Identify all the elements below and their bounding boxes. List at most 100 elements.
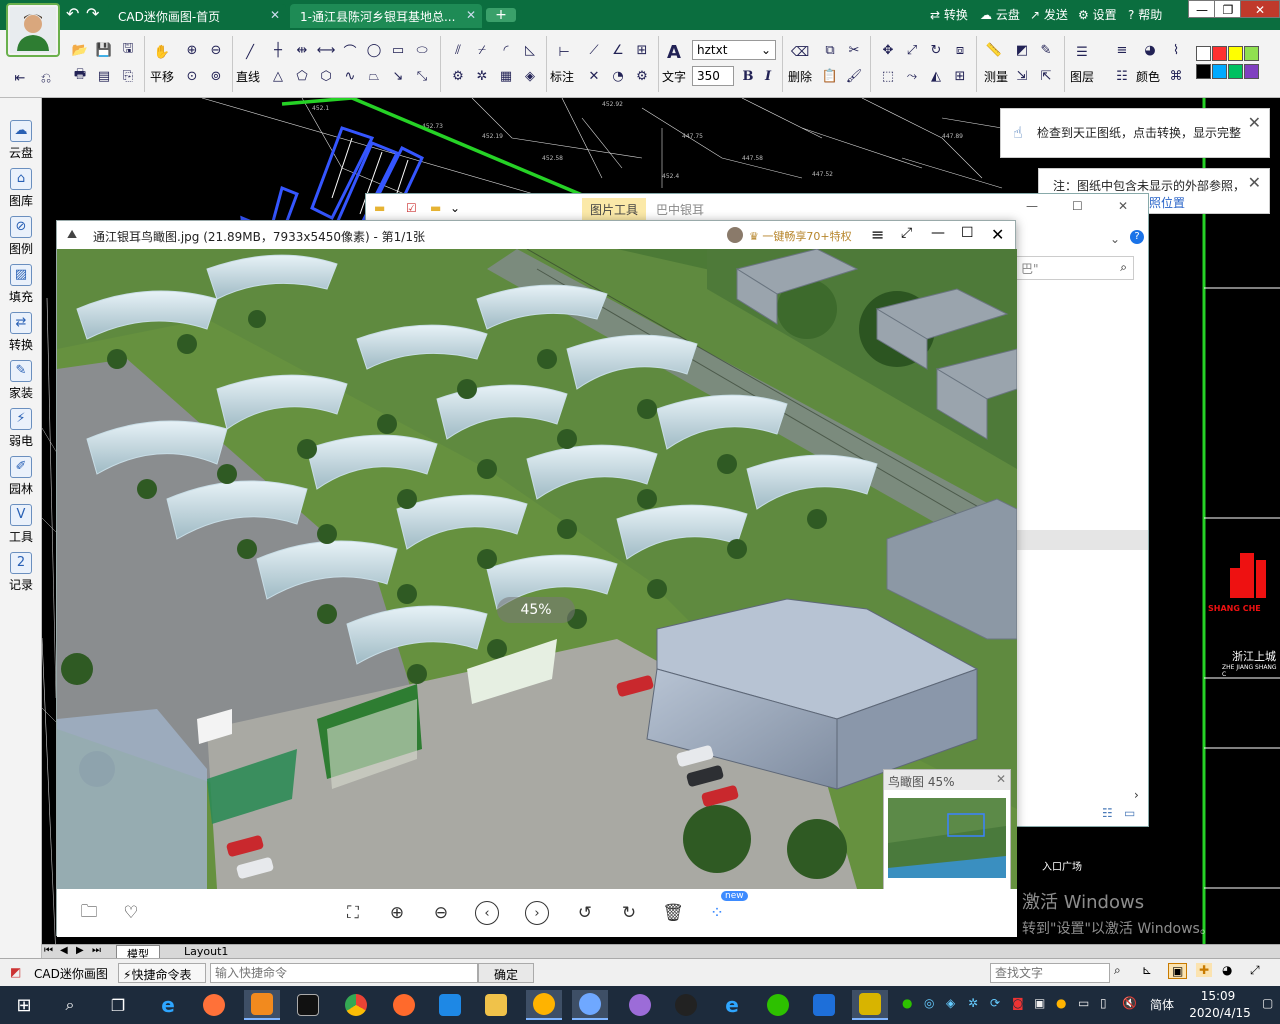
rotate-right-icon[interactable]: ↻ [617, 901, 641, 925]
hatch-icon[interactable]: ▦ [496, 66, 516, 86]
undo-view-icon[interactable]: ⎌ [36, 68, 56, 88]
search-icon[interactable]: ⌕ [1114, 963, 1121, 978]
selected-row[interactable] [1016, 530, 1148, 550]
circle-icon[interactable]: ◯ [364, 40, 384, 60]
dim-cross-icon[interactable]: ✕ [584, 66, 604, 86]
spline-icon[interactable]: ∿ [340, 66, 360, 86]
aerial-view-image[interactable]: 45% 鸟瞰图 45% ✕ [57, 249, 1017, 889]
close-window-button[interactable]: ✕ [991, 225, 1004, 244]
ortho-icon[interactable]: ⊾ [1142, 963, 1152, 977]
text-label[interactable]: 文字 [662, 68, 686, 85]
array-icon[interactable]: ⊞ [950, 66, 970, 86]
color-swatch-red[interactable] [1212, 46, 1227, 61]
open-file-icon[interactable]: 📂 [70, 40, 90, 60]
color-swatch-cyan[interactable] [1212, 64, 1227, 79]
previous-image-icon[interactable]: ‹ [475, 901, 499, 925]
crosshair-icon[interactable]: ✚ [1196, 963, 1213, 977]
convert-button[interactable]: ⇄ 转换 [930, 6, 968, 23]
bold-button[interactable]: B [738, 66, 758, 86]
menu-icon[interactable]: ≡ [871, 225, 884, 244]
close-window-button[interactable]: ✕ [1240, 0, 1280, 18]
dim-aligned-icon[interactable]: ⟋ [584, 40, 604, 60]
clock-time[interactable]: 15:09 [1188, 989, 1248, 1003]
extend-icon[interactable]: ⤳ [902, 66, 922, 86]
zoom-out-icon[interactable]: ⊖ [206, 40, 226, 60]
dim-radius-icon[interactable]: ◔ [608, 66, 628, 86]
task-view-icon[interactable]: ❐ [100, 990, 136, 1020]
help-button[interactable]: ? 帮助 [1128, 6, 1162, 23]
xline-icon[interactable]: ┼ [268, 40, 288, 60]
chrome-icon[interactable] [338, 990, 374, 1020]
measure-label[interactable]: 测量 [984, 68, 1008, 85]
ellipse-icon[interactable]: ⬭ [412, 40, 432, 60]
stretch-icon[interactable]: ⬚ [878, 66, 898, 86]
minimize-button[interactable]: — [1026, 199, 1038, 213]
close-icon[interactable]: ✕ [1248, 113, 1261, 132]
fill-icon[interactable]: ◈ [520, 66, 540, 86]
sidebar-item-convert[interactable]: ⇄ 转换 [0, 308, 42, 356]
close-icon[interactable]: ✕ [996, 772, 1006, 786]
ie-icon[interactable]: e [714, 990, 750, 1020]
export-icon[interactable]: ⎘ [118, 66, 138, 86]
line-icon[interactable]: ╱ [240, 42, 260, 62]
color-swatch-green[interactable] [1244, 46, 1259, 61]
wps-icon[interactable] [806, 990, 842, 1020]
cad-mini-icon[interactable] [852, 990, 888, 1020]
mirror-icon[interactable]: ◭ [926, 66, 946, 86]
battery-tray-icon[interactable]: ▯ [1100, 996, 1107, 1010]
sidebar-item-tools[interactable]: V 工具 [0, 500, 42, 548]
color-swatch-dark-green[interactable] [1228, 64, 1243, 79]
search-icon[interactable]: ⌕ [52, 990, 88, 1020]
paint-icon[interactable] [386, 990, 422, 1020]
close-icon[interactable]: ✕ [1248, 173, 1261, 192]
save-icon[interactable]: 💾 [94, 40, 114, 60]
sidebar-item-garden[interactable]: ✐ 园林 [0, 452, 42, 500]
measure-area-icon[interactable]: ◩ [1012, 40, 1032, 60]
save-as-icon[interactable]: 🖫 [118, 40, 138, 60]
search-input[interactable]: 巴" ⌕ [1016, 256, 1134, 280]
minimize-button[interactable]: — [931, 225, 945, 241]
color-swatch-purple[interactable] [1244, 64, 1259, 79]
rotate-icon[interactable]: ↻ [926, 40, 946, 60]
security-tray-icon[interactable]: ◙ [1012, 996, 1024, 1010]
display-tray-icon[interactable]: ▭ [1078, 996, 1089, 1010]
sublime-icon[interactable] [244, 990, 280, 1020]
open-folder-icon[interactable]: 🗀 [77, 901, 101, 925]
diagonal-icon[interactable]: ⤡ [412, 66, 432, 86]
triangle-icon[interactable]: △ [268, 66, 288, 86]
prev-view-icon[interactable]: ⇤ [10, 68, 30, 88]
dimension-label[interactable]: 标注 [550, 68, 574, 85]
cloud-sync-icon[interactable] [526, 990, 562, 1020]
cube-tray-icon[interactable]: ◈ [946, 996, 955, 1010]
prev-page-icon[interactable]: ◀ [60, 945, 68, 956]
user-avatar[interactable] [6, 3, 60, 57]
dropdown-icon[interactable]: ⌄ [450, 201, 460, 215]
first-page-icon[interactable]: ⏮ [44, 945, 53, 956]
terminal-icon[interactable] [290, 990, 326, 1020]
zoom-extent-icon[interactable]: ⊚ [206, 66, 226, 86]
tab-layout1[interactable]: Layout1 [178, 945, 234, 958]
pen-icon[interactable]: ✎ [1036, 40, 1056, 60]
measure-ruler-icon[interactable]: 📏 [984, 40, 1004, 60]
scale-icon[interactable]: ⤢ [902, 40, 922, 60]
fit-screen-icon[interactable]: ⛶ [341, 901, 365, 925]
color-swatch-black[interactable] [1196, 64, 1211, 79]
settings-button[interactable]: ⚙ 设置 [1078, 6, 1117, 23]
maximize-button[interactable]: ☐ [1072, 199, 1083, 213]
qq-tray-icon[interactable]: ● [1056, 996, 1066, 1010]
close-icon[interactable]: ✕ [466, 8, 476, 22]
offset-icon[interactable]: ⫽ [448, 40, 468, 60]
color-swatch-white[interactable] [1196, 46, 1211, 61]
wechat-icon[interactable] [760, 990, 796, 1020]
color-label[interactable]: 颜色 [1136, 68, 1160, 85]
delete-trash-icon[interactable]: 🗑 [661, 901, 685, 925]
paste-icon[interactable]: 📋 [820, 66, 840, 86]
zoom-in-icon[interactable]: ⊕ [182, 40, 202, 60]
sidebar-item-low-voltage[interactable]: ⚡ 弱电 [0, 404, 42, 452]
pdf-icon[interactable]: ▤ [94, 66, 114, 86]
minimap-panel[interactable]: 鸟瞰图 45% ✕ [883, 769, 1011, 889]
thumbnail-view-icon[interactable]: ▭ [1124, 806, 1135, 820]
cut-icon[interactable]: ✂ [844, 40, 864, 60]
next-image-icon[interactable]: › [525, 901, 549, 925]
explorer-icon[interactable] [432, 990, 468, 1020]
